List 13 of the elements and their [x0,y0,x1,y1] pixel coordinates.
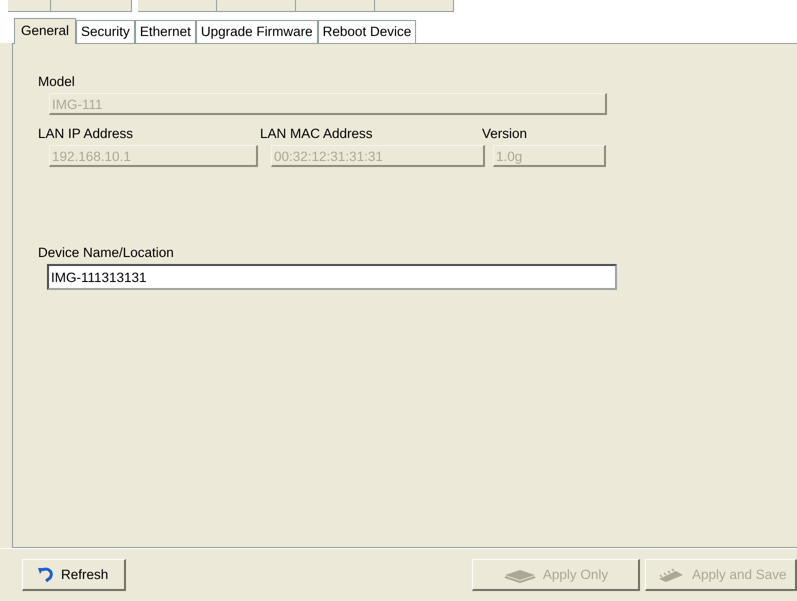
tab[interactable]: Upgrade Firmware [196,20,318,43]
tab[interactable]: General [14,18,76,44]
field-label: Model [38,74,76,89]
tab[interactable]: Security [76,20,135,43]
device-name-field[interactable]: IMG-111313131 [47,264,617,290]
field-label: Device Name/Location [38,245,175,260]
refresh-icon [37,566,55,582]
tab[interactable]: Ethernet [134,20,196,43]
field-label: LAN MAC Address [260,126,374,141]
field-label: Version [482,126,528,141]
tab[interactable]: Reboot Device [318,20,416,43]
refresh-button[interactable]: Refresh [22,559,126,591]
field-label: LAN IP Address [38,126,134,141]
